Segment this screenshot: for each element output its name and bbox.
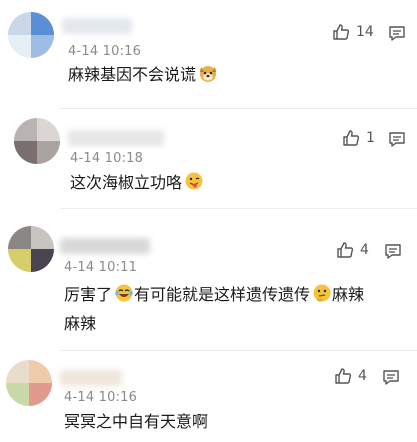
divider [60, 108, 417, 109]
comment-text: 冥冥之中自有天意啊 [64, 409, 208, 435]
username-blurred[interactable] [60, 370, 122, 386]
laughing-tears-emoji [114, 283, 134, 311]
dog-face-emoji [198, 63, 218, 91]
comment-item: 4-14 10:16 麻辣基因不会说谎 14 [0, 0, 417, 108]
reply-icon[interactable] [382, 368, 400, 386]
comment-text-span: 麻辣 [64, 314, 97, 333]
like-count: 4 [360, 242, 369, 258]
like-count: 4 [358, 368, 367, 384]
comment-text-span: 冥冥之中自有天意啊 [64, 412, 209, 431]
like-count: 1 [366, 130, 375, 146]
username-blurred[interactable] [68, 130, 164, 146]
avatar[interactable] [8, 226, 54, 272]
username-blurred[interactable] [60, 238, 150, 254]
like-button[interactable]: 14 [332, 23, 374, 41]
like-count: 14 [356, 24, 374, 40]
comment-text-span: 厉害了 [64, 285, 113, 304]
comment-item: 4-14 10:18 这次海椒立功咯 1 [0, 110, 417, 208]
comment-timestamp: 4-14 10:16 [68, 44, 142, 59]
like-button[interactable]: 4 [334, 367, 367, 385]
comment-text: 厉害了 有可能就是这样遗传遗传 麻辣 麻辣 [64, 282, 394, 337]
comment-text-span: 麻辣基因不会说谎 [68, 65, 197, 84]
like-button[interactable]: 4 [336, 241, 369, 259]
comment-text-span: 这次海椒立功咯 [70, 173, 183, 192]
avatar[interactable] [8, 12, 54, 58]
avatar[interactable] [14, 118, 60, 164]
username-blurred[interactable] [62, 18, 132, 34]
thumbs-up-icon [333, 24, 350, 40]
comment-text: 麻辣基因不会说谎 [68, 62, 218, 91]
reply-icon[interactable] [384, 242, 402, 260]
divider [60, 208, 417, 209]
divider [60, 350, 417, 351]
comment-text: 这次海椒立功咯 [70, 170, 204, 199]
comment-item: 4-14 10:16 冥冥之中自有天意啊 4 [0, 352, 417, 442]
thumbs-up-icon [343, 130, 360, 146]
reply-icon[interactable] [388, 130, 406, 148]
like-button[interactable]: 1 [342, 129, 375, 147]
reply-icon[interactable] [388, 24, 406, 42]
thumbs-up-icon [337, 242, 354, 258]
tongue-out-emoji [184, 171, 204, 199]
comment-timestamp: 4-14 10:11 [64, 260, 138, 275]
comment-text-span: 有可能就是这样遗传遗传 [134, 285, 311, 304]
comment-timestamp: 4-14 10:18 [70, 151, 144, 166]
thumbs-up-icon [335, 368, 352, 384]
comment-item: 4-14 10:11 厉害了 有可能就是这样遗传遗传 麻辣 麻辣 4 [0, 214, 417, 344]
thinking-emoji [312, 283, 332, 311]
comment-timestamp: 4-14 10:16 [64, 390, 138, 405]
comment-text-span: 麻辣 [332, 285, 365, 304]
avatar[interactable] [6, 360, 52, 406]
